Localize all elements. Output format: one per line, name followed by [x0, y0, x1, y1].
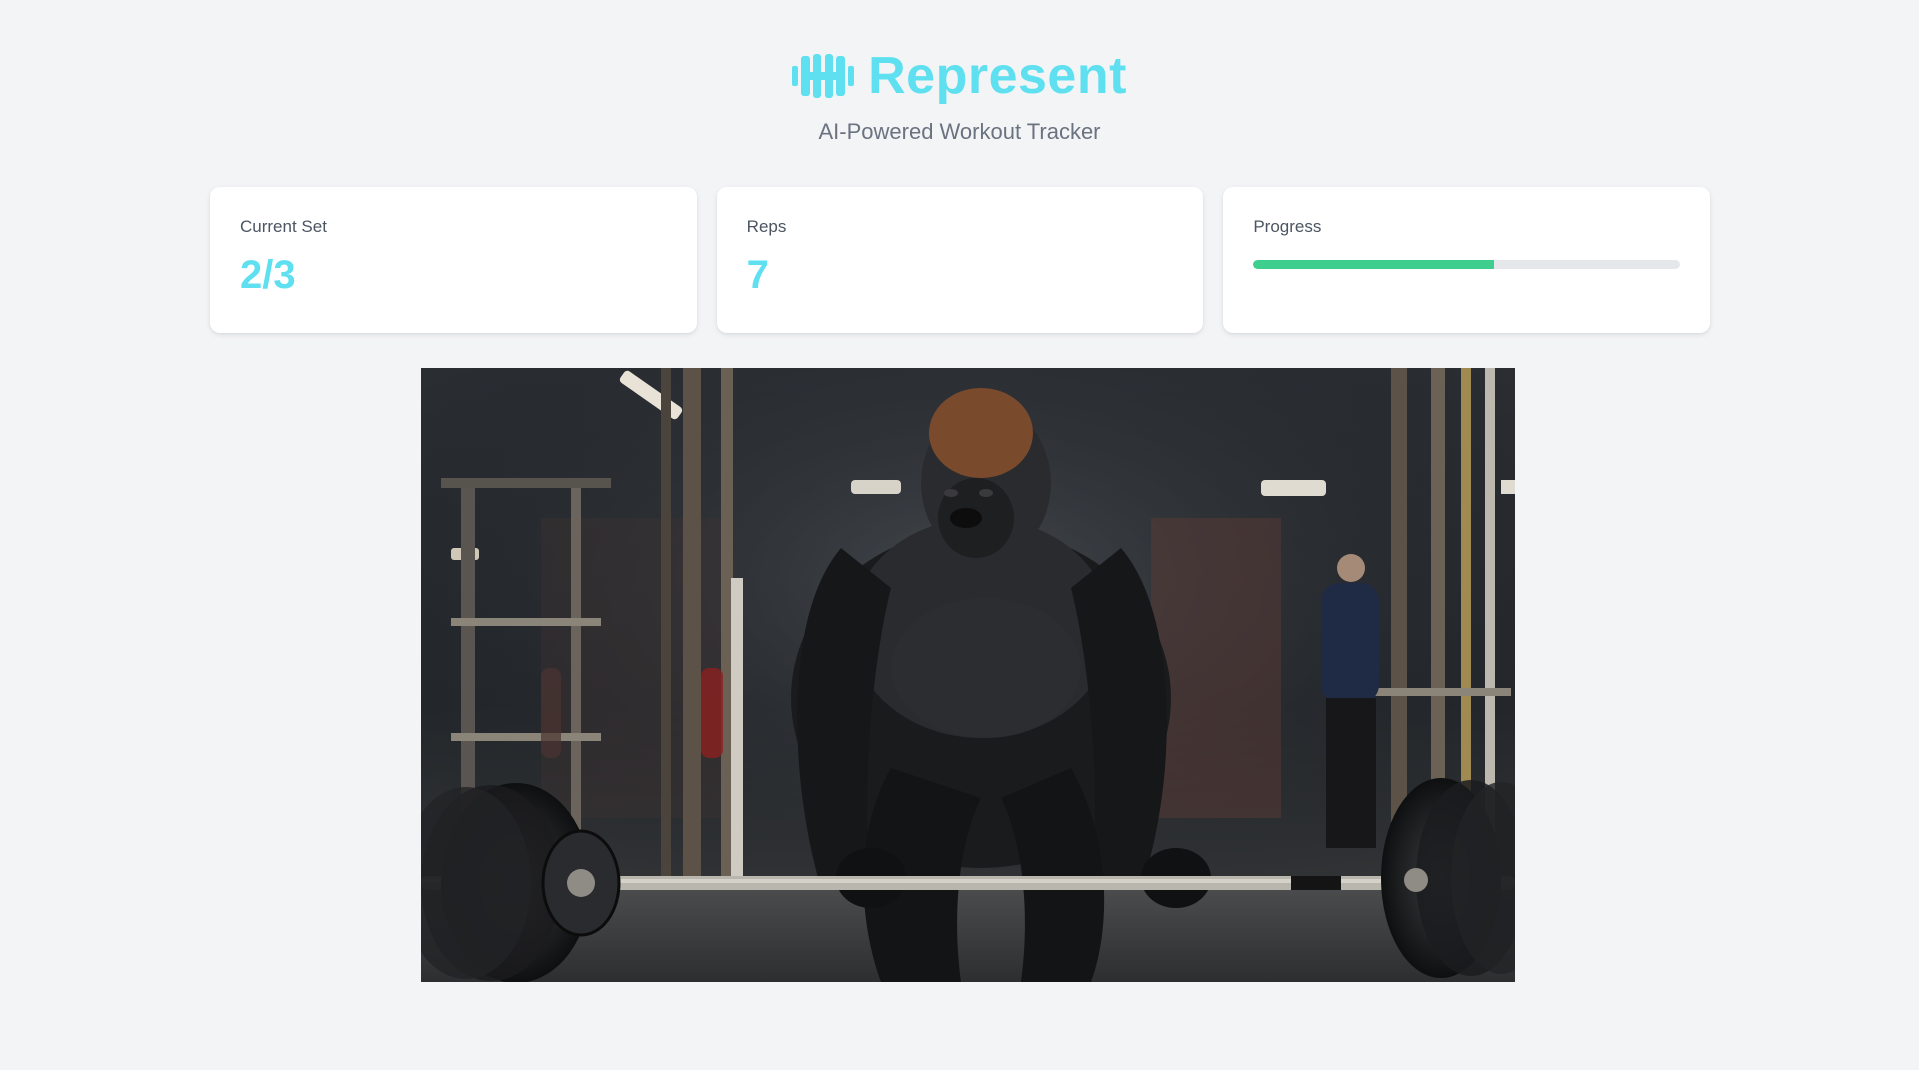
reps-label: Reps	[746, 217, 787, 236]
stats-cards: Current Set 2/3 Reps 7 Progress	[210, 187, 1711, 333]
progress-label: Progress	[1253, 217, 1322, 236]
brand: Represent	[792, 46, 1127, 106]
current-set-card: Current Set 2/3	[210, 187, 697, 333]
app-title: Represent	[868, 47, 1127, 105]
progress-card: Progress	[1223, 187, 1711, 333]
current-set-label: Current Set	[240, 217, 327, 236]
workout-image	[421, 368, 1515, 982]
reps-value: 7	[746, 253, 769, 297]
app-subtitle: AI-Powered Workout Tracker	[818, 119, 1101, 144]
dumbbell-icon	[792, 52, 855, 100]
progress-bar-fill	[1253, 260, 1495, 269]
progress-bar	[1253, 260, 1681, 269]
app-header: Represent AI-Powered Workout Tracker	[0, 46, 1919, 146]
reps-card: Reps 7	[716, 187, 1204, 333]
current-set-value: 2/3	[240, 253, 296, 297]
